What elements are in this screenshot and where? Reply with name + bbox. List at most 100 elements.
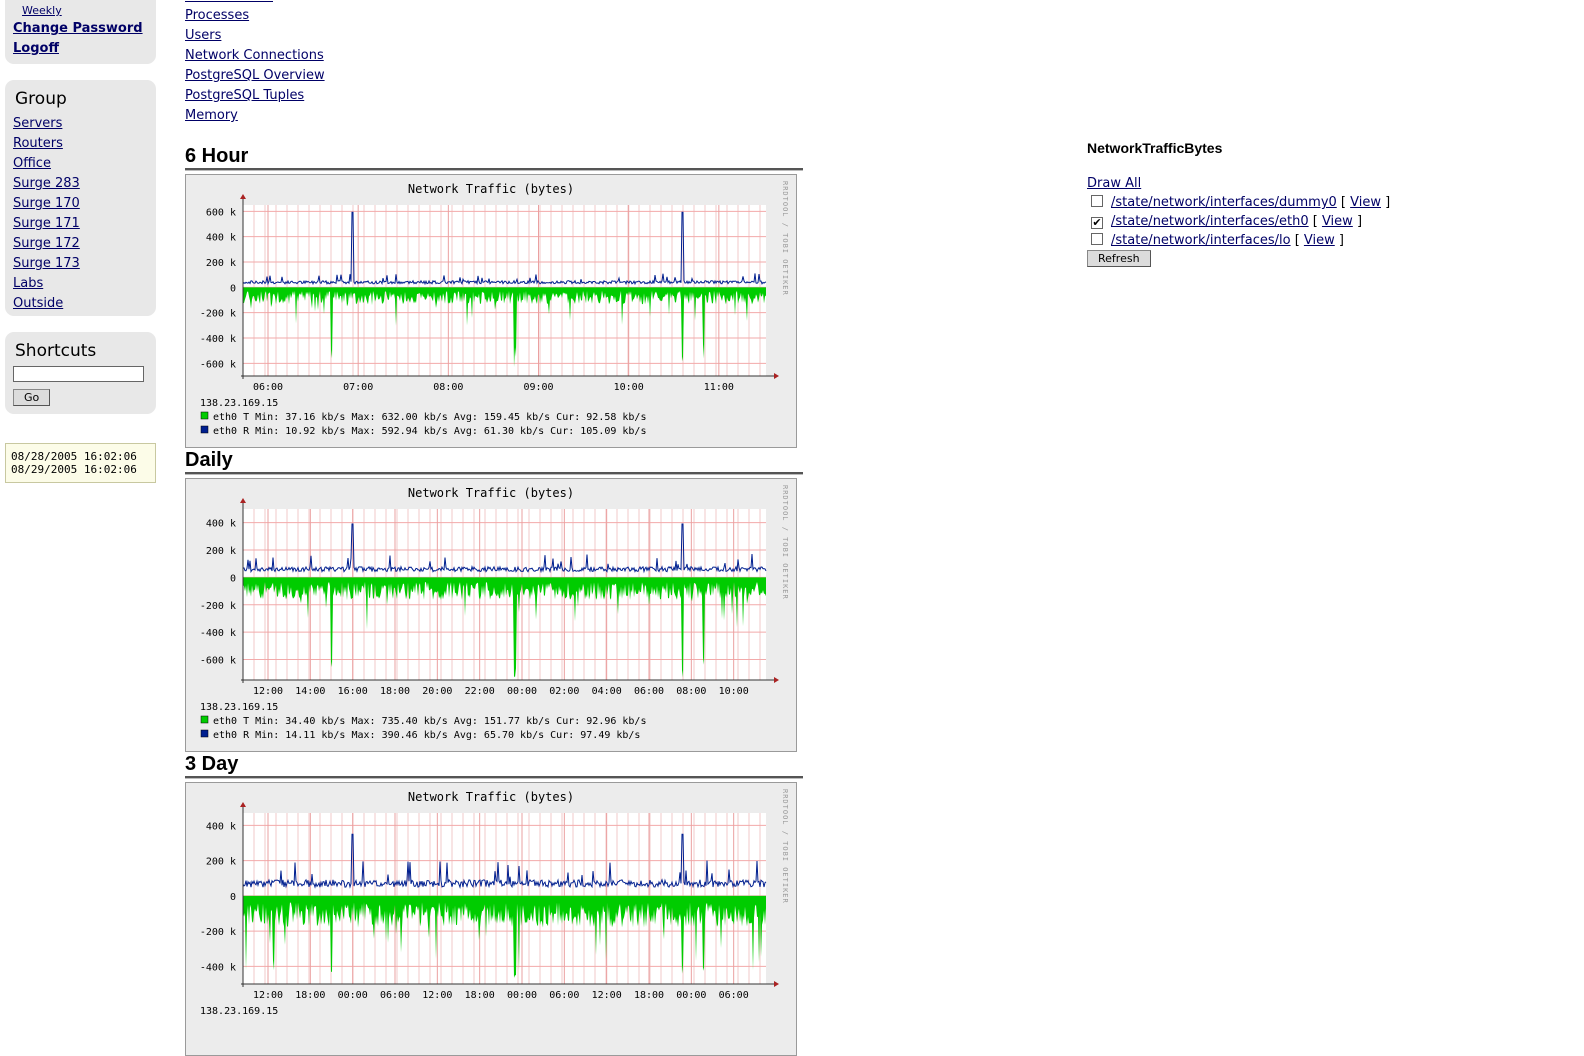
group-header: Group <box>15 89 67 109</box>
x-tick-label: 18:00 <box>634 990 664 1001</box>
chart-daily: 400 k 200 k 0 -200 k -400 k -600 k 12:00 14:00 1… <box>200 485 789 741</box>
group-link[interactable]: Office <box>13 154 156 174</box>
group-link[interactable]: Routers <box>13 134 156 154</box>
graph-type-nav: Processes Users Network Connections Postgre… <box>185 0 325 126</box>
partial-link[interactable] <box>185 0 273 2</box>
y-tick-label: -200 k <box>200 927 236 938</box>
y-tick-label: -400 k <box>200 962 236 973</box>
interface-row: /state/network/interfaces/dummy0 [ View … <box>1087 193 1390 212</box>
legend-swatch <box>200 729 209 738</box>
group-link[interactable]: Surge 283 <box>13 174 156 194</box>
nav-link[interactable]: PostgreSQL Tuples <box>185 86 325 106</box>
group-link[interactable]: Surge 171 <box>13 214 156 234</box>
date-range-box: 08/28/2005 16:02:06 08/29/2005 16:02:06 <box>5 443 156 483</box>
graph-image: 600 k 400 k 200 k 0 -200 k -400 k -600 k 06:00 0… <box>185 174 797 448</box>
watermark: RRDTOOL / TOBI OETIKER <box>781 181 789 296</box>
plot-area <box>243 509 766 680</box>
x-tick-label: 02:00 <box>549 686 579 697</box>
x-tick-label: 14:00 <box>295 686 325 697</box>
interface-checkbox[interactable]: ✔ <box>1091 217 1103 229</box>
section-6-hour: 6 Hour 600 k 400 k 200 k 0 -200 k -400 k -600 … <box>185 144 803 448</box>
view-link[interactable]: View <box>1322 214 1353 229</box>
shortcuts-box: Shortcuts Go <box>5 332 156 414</box>
refresh-button[interactable]: Refresh <box>1087 250 1151 267</box>
group-link[interactable]: Labs <box>13 274 156 294</box>
start-date: 08/28/2005 16:02:06 <box>11 450 137 463</box>
nav-link[interactable]: Network Connections <box>185 46 325 66</box>
x-tick-label: 18:00 <box>465 990 495 1001</box>
host-label: 138.23.169.15 <box>200 702 278 713</box>
y-tick-label: 0 <box>230 283 236 294</box>
nav-link[interactable]: Users <box>185 26 325 46</box>
y-axis-arrow <box>240 194 246 199</box>
y-tick-label: -200 k <box>200 309 236 320</box>
x-tick-label: 00:00 <box>338 990 368 1001</box>
weekly-link[interactable]: Weekly <box>22 4 62 17</box>
interface-panel: NetworkTrafficBytes Draw All /state/netw… <box>1087 140 1390 267</box>
group-link[interactable]: Surge 172 <box>13 234 156 254</box>
nav-link[interactable]: Processes <box>185 6 325 26</box>
draw-all-link[interactable]: Draw All <box>1087 176 1141 191</box>
group-link[interactable]: Outside <box>13 294 156 314</box>
logoff-link[interactable]: Logoff <box>13 41 59 56</box>
x-axis-arrow <box>774 981 779 987</box>
group-link[interactable]: Surge 173 <box>13 254 156 274</box>
interface-checkbox[interactable] <box>1091 233 1103 245</box>
section-title: 6 Hour <box>185 144 803 170</box>
chart-title: Network Traffic (bytes) <box>408 790 574 804</box>
chart-title: Network Traffic (bytes) <box>408 486 574 500</box>
end-date: 08/29/2005 16:02:06 <box>11 463 137 476</box>
x-tick-label: 12:00 <box>422 990 452 1001</box>
change-password-link[interactable]: Change Password <box>13 21 143 36</box>
interface-path-link[interactable]: /state/network/interfaces/eth0 <box>1111 214 1309 229</box>
y-tick-label: -600 k <box>200 359 236 370</box>
y-tick-label: 200 k <box>206 258 236 269</box>
x-axis-arrow <box>774 373 779 379</box>
go-button[interactable]: Go <box>13 389 51 406</box>
graph-image: 400 k 200 k 0 -200 k -400 k -600 k 12:00 14:00 1… <box>185 478 797 752</box>
section-title: 3 Day <box>185 752 803 778</box>
nav-link[interactable]: Memory <box>185 106 325 126</box>
legend-swatch <box>200 425 209 434</box>
interface-path-link[interactable]: /state/network/interfaces/lo <box>1111 233 1291 248</box>
interface-path-link[interactable]: /state/network/interfaces/dummy0 <box>1111 195 1337 210</box>
view-link[interactable]: View <box>1350 195 1381 210</box>
x-tick-label: 12:00 <box>253 686 283 697</box>
x-tick-label: 20:00 <box>422 686 452 697</box>
host-label: 138.23.169.15 <box>200 1006 278 1017</box>
y-tick-label: 200 k <box>206 857 236 868</box>
legend-entry: eth0 R Min: 14.11 kb/s Max: 390.46 kb/s … <box>213 730 640 741</box>
x-tick-label: 11:00 <box>704 382 734 393</box>
legend-entry: eth0 T Min: 34.40 kb/s Max: 735.40 kb/s … <box>213 716 646 727</box>
section-title: Daily <box>185 448 803 474</box>
account-menu: Weekly Change Password Logoff <box>5 0 156 64</box>
x-tick-label: 08:00 <box>676 686 706 697</box>
y-tick-label: 400 k <box>206 519 236 530</box>
group-list: Servers Routers Office Surge 283 Surge 170 Su… <box>5 114 156 314</box>
x-tick-label: 06:00 <box>634 686 664 697</box>
chart-3-day: 400 k 200 k 0 -200 k -400 k 12:00 18:00 00:00 06… <box>200 789 789 1017</box>
y-tick-label: 200 k <box>206 546 236 557</box>
y-tick-label: -400 k <box>200 334 236 345</box>
interface-list: /state/network/interfaces/dummy0 [ View … <box>1087 193 1390 250</box>
interface-checkbox[interactable] <box>1091 195 1103 207</box>
y-tick-label: -400 k <box>200 628 236 639</box>
y-tick-label: 400 k <box>206 821 236 832</box>
x-tick-label: 00:00 <box>676 990 706 1001</box>
group-link[interactable]: Surge 170 <box>13 194 156 214</box>
x-tick-label: 07:00 <box>343 382 373 393</box>
x-tick-label: 06:00 <box>719 990 749 1001</box>
shortcut-input[interactable] <box>13 366 144 382</box>
y-tick-label: 600 k <box>206 207 236 218</box>
watermark: RRDTOOL / TOBI OETIKER <box>781 789 789 904</box>
view-link[interactable]: View <box>1304 233 1335 248</box>
x-tick-label: 08:00 <box>433 382 463 393</box>
host-label: 138.23.169.15 <box>200 398 278 409</box>
y-axis-arrow <box>240 802 246 807</box>
y-axis-arrow <box>240 498 246 503</box>
x-tick-label: 10:00 <box>614 382 644 393</box>
group-menu: Group Servers Routers Office Surge 283 Surge… <box>5 80 156 316</box>
chart-title: Network Traffic (bytes) <box>408 182 574 196</box>
group-link[interactable]: Servers <box>13 114 156 134</box>
nav-link[interactable]: PostgreSQL Overview <box>185 66 325 86</box>
